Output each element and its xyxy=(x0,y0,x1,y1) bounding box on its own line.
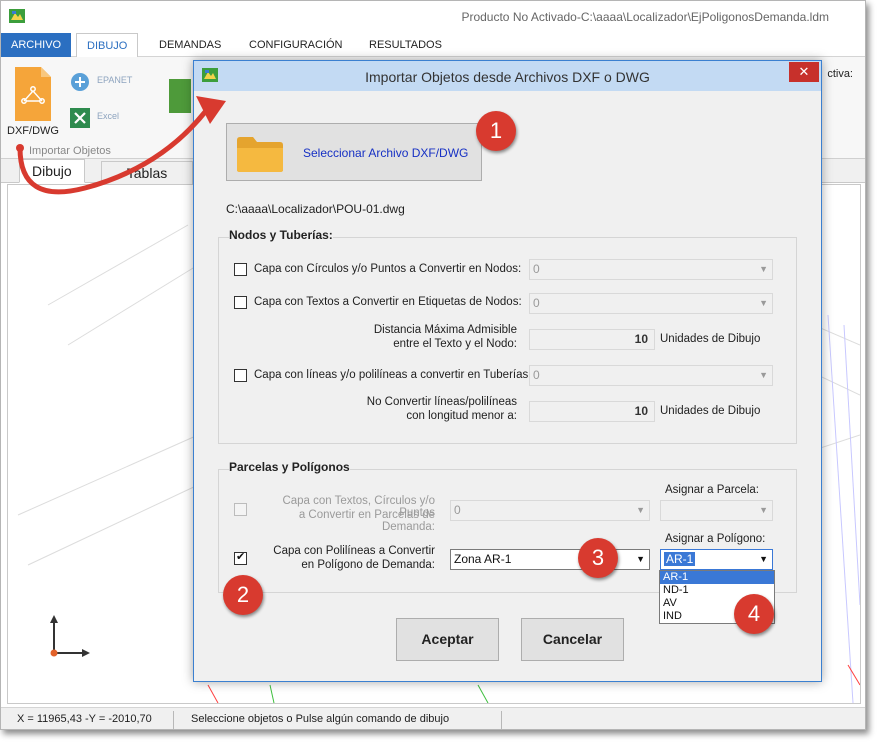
callout-badge: 4 xyxy=(734,594,774,634)
callout-badge: 2 xyxy=(223,575,263,615)
callout-badge: 1 xyxy=(476,111,516,151)
callout-badge: 3 xyxy=(578,538,618,578)
